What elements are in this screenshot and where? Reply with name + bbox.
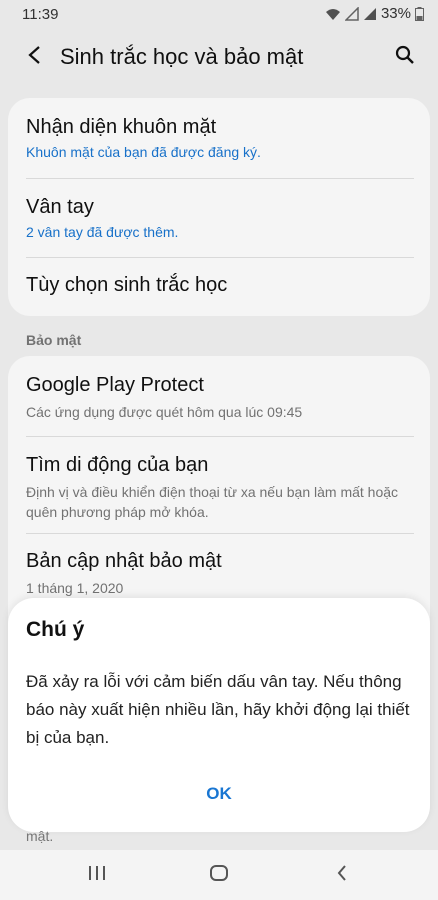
obscured-text: mật.: [26, 828, 54, 844]
alert-dialog: Chú ý Đã xảy ra lỗi với cảm biến dấu vân…: [8, 598, 430, 832]
navigation-bar: [0, 850, 438, 900]
home-button[interactable]: [205, 862, 233, 888]
nav-back-button[interactable]: [328, 862, 356, 888]
back-icon: [336, 864, 348, 887]
recents-icon: [88, 865, 106, 886]
home-icon: [209, 864, 229, 887]
dialog-title: Chú ý: [26, 618, 85, 641]
dialog-message: Đã xảy ra lỗi với cảm biến dấu vân tay. …: [26, 672, 410, 747]
ok-button[interactable]: OK: [194, 780, 244, 808]
recents-button[interactable]: [83, 862, 111, 888]
